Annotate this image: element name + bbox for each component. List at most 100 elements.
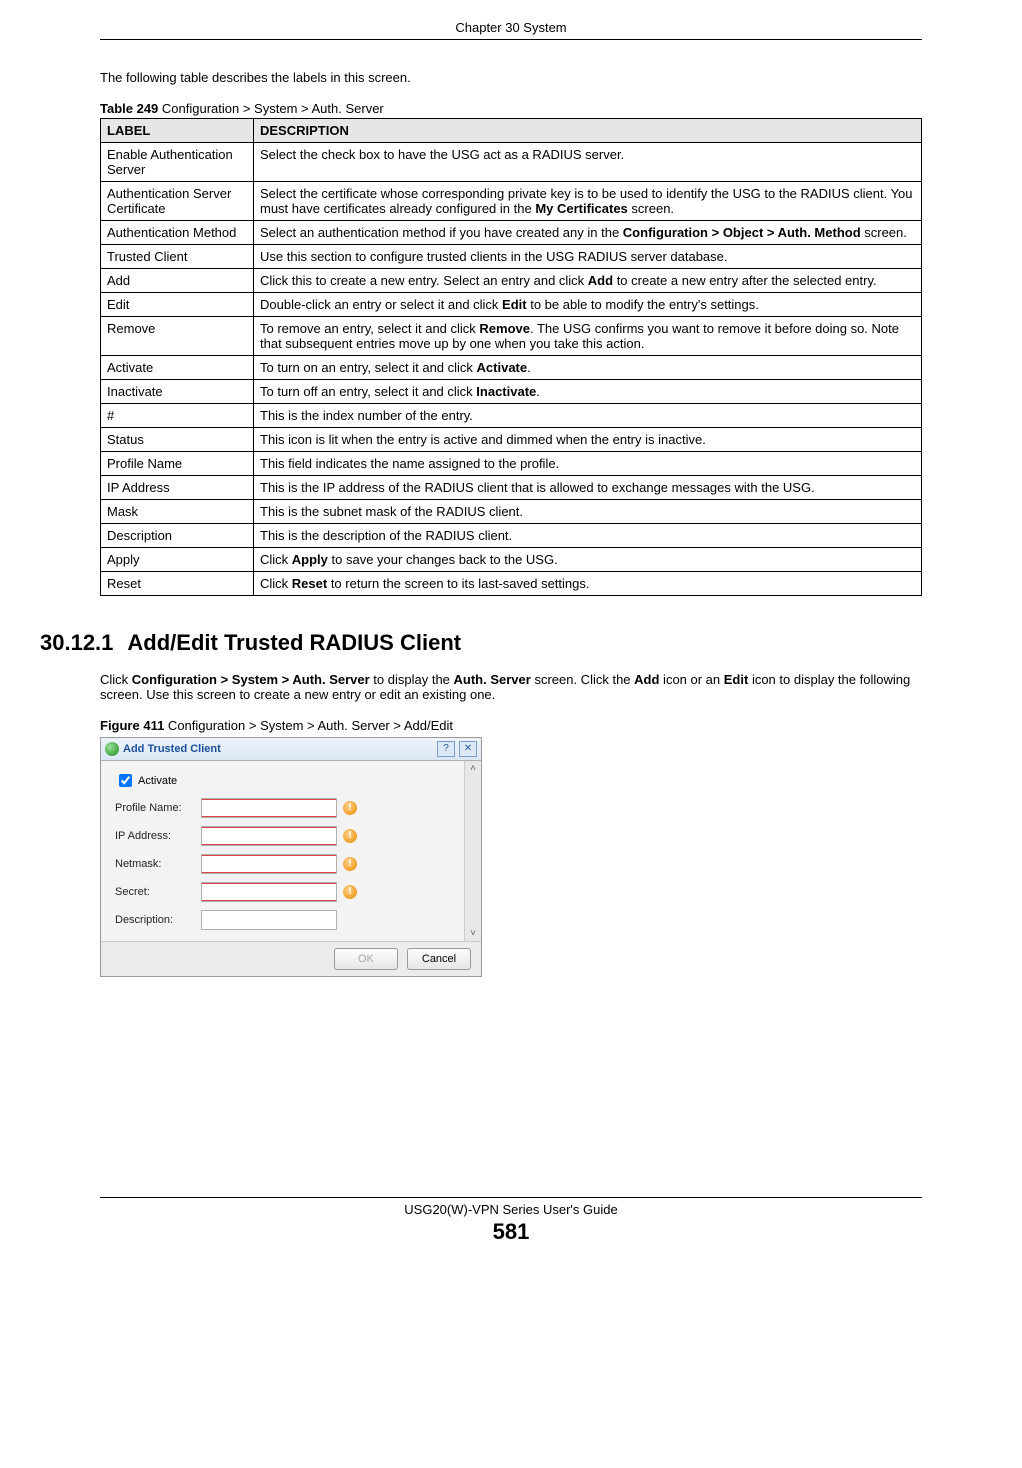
- dialog-titlebar: Add Trusted Client ? ✕: [101, 738, 481, 761]
- warning-icon: !: [343, 801, 357, 815]
- warning-icon: !: [343, 885, 357, 899]
- ip-address-row: IP Address: !: [115, 826, 473, 846]
- row-label: Trusted Client: [101, 245, 254, 269]
- chapter-header: Chapter 30 System: [100, 20, 922, 40]
- figure-number: Figure 411: [100, 718, 164, 733]
- description-input[interactable]: [201, 910, 337, 930]
- section-paragraph: Click Configuration > System > Auth. Ser…: [100, 672, 922, 702]
- row-label: Activate: [101, 356, 254, 380]
- row-description: Select the check box to have the USG act…: [254, 143, 922, 182]
- section-heading: 30.12.1 Add/Edit Trusted RADIUS Client: [40, 630, 922, 656]
- cancel-button[interactable]: Cancel: [407, 948, 471, 970]
- add-trusted-client-dialog: Add Trusted Client ? ✕ Activate Profile …: [100, 737, 482, 977]
- row-label: Edit: [101, 293, 254, 317]
- row-description: This is the index number of the entry.: [254, 404, 922, 428]
- row-description: This is the description of the RADIUS cl…: [254, 524, 922, 548]
- row-description: Click this to create a new entry. Select…: [254, 269, 922, 293]
- col-header-label: LABEL: [101, 119, 254, 143]
- row-label: Remove: [101, 317, 254, 356]
- activate-row: Activate: [115, 771, 473, 790]
- description-row: Description:: [115, 910, 473, 930]
- row-description: This is the subnet mask of the RADIUS cl…: [254, 500, 922, 524]
- ip-address-input[interactable]: [201, 826, 337, 846]
- netmask-input[interactable]: [201, 854, 337, 874]
- table-number: Table 249: [100, 101, 158, 116]
- figure-caption: Figure 411 Configuration > System > Auth…: [100, 718, 922, 733]
- table-row: RemoveTo remove an entry, select it and …: [101, 317, 922, 356]
- row-label: Add: [101, 269, 254, 293]
- row-label: Inactivate: [101, 380, 254, 404]
- table-caption: Table 249 Configuration > System > Auth.…: [100, 101, 922, 116]
- row-description: Select an authentication method if you h…: [254, 221, 922, 245]
- table-row: Trusted Client Use this section to confi…: [101, 245, 922, 269]
- profile-name-row: Profile Name: !: [115, 798, 473, 818]
- table-row: ApplyClick Apply to save your changes ba…: [101, 548, 922, 572]
- table-row: IP AddressThis is the IP address of the …: [101, 476, 922, 500]
- row-label: #: [101, 404, 254, 428]
- table-row: StatusThis icon is lit when the entry is…: [101, 428, 922, 452]
- reference-table: LABEL DESCRIPTION Enable Authentication …: [100, 118, 922, 596]
- secret-input[interactable]: [201, 882, 337, 902]
- row-label: Status: [101, 428, 254, 452]
- table-row: MaskThis is the subnet mask of the RADIU…: [101, 500, 922, 524]
- secret-label: Secret:: [115, 886, 201, 898]
- table-row: InactivateTo turn off an entry, select i…: [101, 380, 922, 404]
- row-label: Mask: [101, 500, 254, 524]
- ip-address-label: IP Address:: [115, 830, 201, 842]
- row-description: Double-click an entry or select it and c…: [254, 293, 922, 317]
- figure-caption-text: Configuration > System > Auth. Server > …: [164, 718, 453, 733]
- netmask-label: Netmask:: [115, 858, 201, 870]
- footer-guide-name: USG20(W)-VPN Series User's Guide: [100, 1202, 922, 1217]
- section-title: Add/Edit Trusted RADIUS Client: [127, 630, 461, 655]
- row-description: To turn off an entry, select it and clic…: [254, 380, 922, 404]
- activate-checkbox[interactable]: [119, 774, 132, 787]
- intro-paragraph: The following table describes the labels…: [100, 70, 922, 85]
- dialog-footer: OK Cancel: [101, 941, 481, 976]
- dialog-title: Add Trusted Client: [123, 743, 433, 755]
- netmask-row: Netmask: !: [115, 854, 473, 874]
- profile-name-input[interactable]: [201, 798, 337, 818]
- dialog-body: Activate Profile Name: ! IP Address: ! N…: [101, 761, 481, 941]
- table-header-row: LABEL DESCRIPTION: [101, 119, 922, 143]
- table-row: Authentication Server CertificateSelect …: [101, 182, 922, 221]
- table-row: ActivateTo turn on an entry, select it a…: [101, 356, 922, 380]
- page-number: 581: [100, 1219, 922, 1245]
- row-description: This icon is lit when the entry is activ…: [254, 428, 922, 452]
- warning-icon: !: [343, 857, 357, 871]
- row-description: Select the certificate whose correspondi…: [254, 182, 922, 221]
- table-row: Profile NameThis field indicates the nam…: [101, 452, 922, 476]
- activate-label: Activate: [138, 775, 177, 787]
- row-description: Click Reset to return the screen to its …: [254, 572, 922, 596]
- table-row: ResetClick Reset to return the screen to…: [101, 572, 922, 596]
- page-content: Chapter 30 System The following table de…: [0, 0, 1022, 1285]
- warning-icon: !: [343, 829, 357, 843]
- scroll-up-icon[interactable]: ˄: [470, 763, 476, 774]
- table-row: Enable Authentication ServerSelect the c…: [101, 143, 922, 182]
- dialog-scrollbar[interactable]: ˄ ˅: [464, 761, 481, 941]
- table-row: EditDouble-click an entry or select it a…: [101, 293, 922, 317]
- close-icon[interactable]: ✕: [459, 741, 477, 757]
- row-label: Reset: [101, 572, 254, 596]
- row-label: Profile Name: [101, 452, 254, 476]
- row-label: Authentication Server Certificate: [101, 182, 254, 221]
- table-row: #This is the index number of the entry.: [101, 404, 922, 428]
- table-row: DescriptionThis is the description of th…: [101, 524, 922, 548]
- row-label: Enable Authentication Server: [101, 143, 254, 182]
- scroll-down-icon[interactable]: ˅: [470, 928, 476, 939]
- row-label: IP Address: [101, 476, 254, 500]
- table-row: Authentication MethodSelect an authentic…: [101, 221, 922, 245]
- row-description: To remove an entry, select it and click …: [254, 317, 922, 356]
- secret-row: Secret: !: [115, 882, 473, 902]
- row-label: Apply: [101, 548, 254, 572]
- profile-name-label: Profile Name:: [115, 802, 201, 814]
- table-row: AddClick this to create a new entry. Sel…: [101, 269, 922, 293]
- description-label: Description:: [115, 914, 201, 926]
- row-description: Click Apply to save your changes back to…: [254, 548, 922, 572]
- help-icon[interactable]: ?: [437, 741, 455, 757]
- ok-button[interactable]: OK: [334, 948, 398, 970]
- row-description: This is the IP address of the RADIUS cli…: [254, 476, 922, 500]
- row-label: Description: [101, 524, 254, 548]
- row-description: Use this section to configure trusted cl…: [254, 245, 922, 269]
- row-description: To turn on an entry, select it and click…: [254, 356, 922, 380]
- section-number: 30.12.1: [40, 630, 113, 656]
